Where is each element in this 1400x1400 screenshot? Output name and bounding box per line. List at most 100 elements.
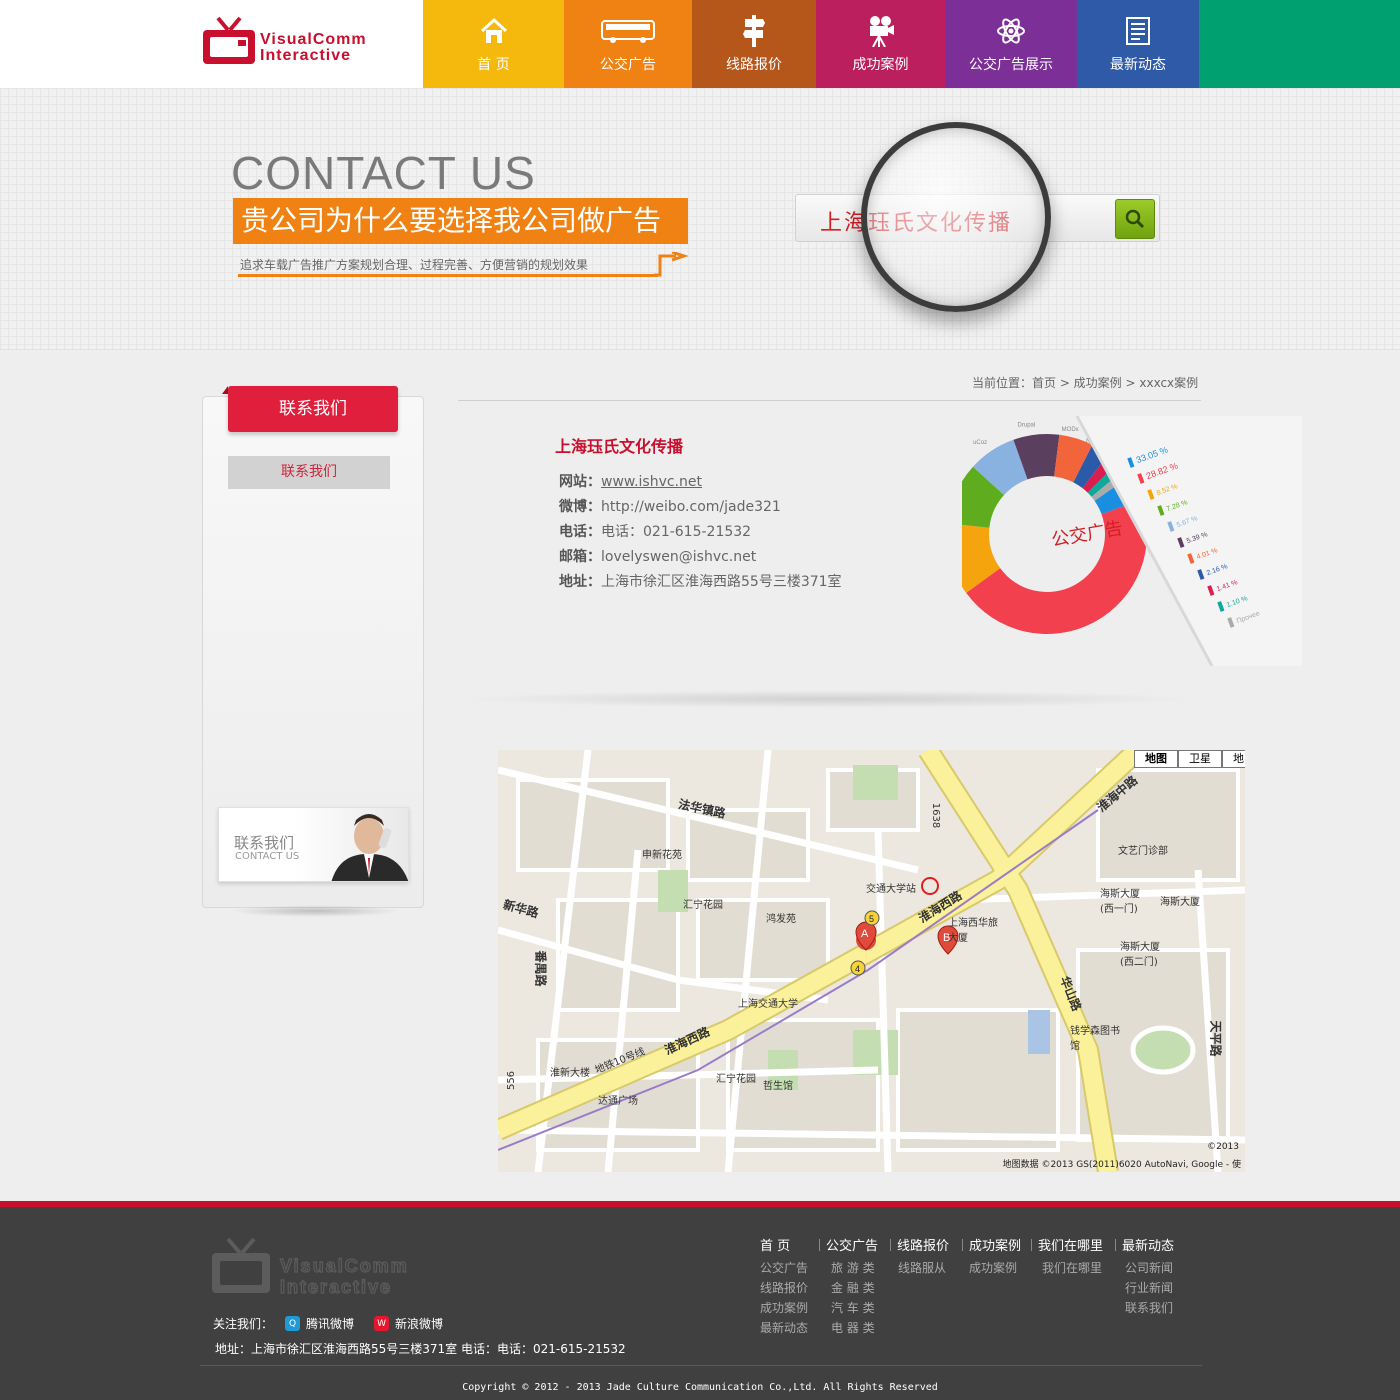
- footer-link[interactable]: 我们在哪里: [1042, 1258, 1103, 1278]
- sina-weibo-label: 新浪微博: [395, 1317, 444, 1331]
- footer-logo[interactable]: VisualComm Interactive: [210, 1237, 450, 1297]
- footer-separator: [890, 1239, 891, 1251]
- banner: CONTACT US 贵公司为什么要选择我公司做广告 追求车载广告推广方案规划合…: [0, 88, 1400, 350]
- contact-info-row: 电话：电话：021-615-21532: [559, 520, 842, 545]
- nav-item-5[interactable]: 最新动态: [1077, 0, 1199, 88]
- footer-link[interactable]: 线路服从: [898, 1258, 949, 1278]
- footer-link[interactable]: 汽 车 类: [831, 1298, 878, 1318]
- contact-info-value: 电话：021-615-21532: [601, 524, 752, 540]
- map-tab-1[interactable]: 卫星: [1178, 750, 1222, 768]
- map-place-label: 汇宁花园: [716, 1074, 756, 1085]
- footer-separator: [1031, 1239, 1032, 1251]
- footer-column-heading[interactable]: 我们在哪里: [1038, 1235, 1103, 1254]
- nav-item-4[interactable]: 公交广告展示: [945, 0, 1077, 88]
- tencent-weibo-icon: Q: [285, 1316, 301, 1331]
- map-tab-0[interactable]: 地图: [1134, 750, 1178, 768]
- footer-link[interactable]: 公司新闻: [1125, 1258, 1174, 1278]
- footer-link[interactable]: 成功案例: [969, 1258, 1021, 1278]
- footer-link[interactable]: 成功案例: [760, 1298, 808, 1318]
- donut-chart-svg: 1C-SunpresuCozDrupalMODxNetCat公交广告33.05 …: [916, 415, 1302, 667]
- breadcrumb: 当前位置：首页 > 成功案例 > xxxcx案例: [972, 376, 1199, 390]
- footer-link[interactable]: 最新动态: [760, 1318, 808, 1338]
- brand-line-2: Interactive: [260, 47, 352, 64]
- contact-info-label: 网站：: [559, 474, 601, 490]
- divider: [458, 400, 1201, 401]
- nav-item-label: 首 页: [477, 57, 510, 73]
- footer-link[interactable]: 电 器 类: [831, 1318, 878, 1338]
- banner-underline: [238, 274, 658, 277]
- contact-info-label: 地址：: [559, 574, 601, 590]
- map-tab-2[interactable]: 地: [1222, 750, 1245, 768]
- home-icon: [479, 14, 509, 48]
- contact-card-en: CONTACT US: [235, 851, 300, 862]
- contact-banner-card[interactable]: 联系我们 CONTACT US: [218, 807, 409, 882]
- contact-info-row: 网站：www.ishvc.net: [559, 470, 842, 495]
- contact-info-label: 邮箱：: [559, 549, 601, 565]
- follow-label: 关注我们：: [213, 1317, 274, 1331]
- footer-link[interactable]: 金 融 类: [831, 1278, 878, 1298]
- footer-link[interactable]: 公交广告: [760, 1258, 808, 1278]
- footer-column-heading[interactable]: 线路报价: [897, 1235, 949, 1254]
- map-place-label: 上海西华旅大厦: [948, 918, 998, 944]
- businessman-photo: [331, 814, 408, 881]
- arrow-right-icon: [654, 252, 688, 277]
- footer-link[interactable]: 线路报价: [760, 1278, 808, 1298]
- banner-tagline: 贵公司为什么要选择我公司做广告: [233, 198, 688, 244]
- footer-link[interactable]: 联系我们: [1125, 1298, 1174, 1318]
- contact-info-row: 地址：上海市徐汇区淮海西路55号三楼371室: [559, 570, 842, 595]
- bus-icon: [601, 14, 655, 48]
- footer-link[interactable]: 旅 游 类: [831, 1258, 878, 1278]
- section-shadow: [460, 690, 1200, 708]
- nav-item-label: 线路报价: [726, 57, 782, 73]
- tv-logo-icon: [203, 16, 255, 64]
- nav-item-3[interactable]: 成功案例: [816, 0, 945, 88]
- footer-link[interactable]: 行业新闻: [1125, 1278, 1174, 1298]
- nav-tail: [1199, 0, 1400, 88]
- nav-item-0[interactable]: 首 页: [423, 0, 564, 88]
- footer-copyright: Copyright © 2012 - 2013 Jade Culture Com…: [462, 1382, 938, 1393]
- camera-icon: [867, 14, 895, 48]
- company-name: 上海珏氏文化传播: [555, 437, 684, 456]
- sina-weibo-link[interactable]: W 新浪微博: [374, 1315, 443, 1332]
- map-place-label: 上海交通大学: [738, 999, 798, 1010]
- map-place-label: 钱学森图书馆: [1070, 1026, 1120, 1052]
- website-link[interactable]: www.ishvc.net: [601, 474, 702, 490]
- atom-icon: [996, 14, 1026, 48]
- footer-column-heading[interactable]: 首 页: [760, 1235, 808, 1254]
- brand-name: VisualComm Interactive: [260, 32, 367, 64]
- tencent-weibo-label: 腾讯微博: [306, 1317, 355, 1331]
- footer-divider: [200, 1365, 1202, 1366]
- search-icon: [1125, 209, 1145, 229]
- svg-text:4: 4: [855, 964, 860, 974]
- map-place-label: 1638: [930, 802, 942, 829]
- footer-separator: [1115, 1239, 1116, 1251]
- donut-slice-label: uCoz: [973, 440, 987, 446]
- main-nav: 首 页 公交广告 线路报价 成功案例 公交广告展示 最新动态: [423, 0, 1199, 88]
- location-map[interactable]: A B 5 4 地图 卫星地 法华镇路 淮海中路 淮海西路 华山路 新华路 番禺路…: [498, 750, 1245, 1172]
- footer-column: 成功案例 成功案例: [969, 1235, 1021, 1278]
- map-copyright[interactable]: 地图数据 ©2013 GS(2011)6020 AutoNavi, Google…: [1003, 1157, 1241, 1170]
- svg-text:5: 5: [869, 914, 874, 924]
- nav-item-2[interactable]: 线路报价: [692, 0, 816, 88]
- map-place-label: 淮新大楼: [550, 1068, 590, 1079]
- map-place-label: 交通大学站: [866, 884, 916, 895]
- footer-column-heading[interactable]: 最新动态: [1122, 1235, 1174, 1254]
- map-place-label: 海斯大厦: [1160, 897, 1200, 908]
- map-place-label: 鸿发苑: [766, 914, 796, 925]
- search-button[interactable]: [1115, 199, 1155, 239]
- footer: VisualComm Interactive 关注我们： Q 腾讯微博 W 新浪…: [0, 1201, 1400, 1400]
- footer-column-heading[interactable]: 公交广告: [826, 1235, 878, 1254]
- contact-info-row: 微博：http://weibo.com/jade321: [559, 495, 842, 520]
- map-place-label: 556: [506, 1070, 518, 1091]
- footer-column-heading[interactable]: 成功案例: [969, 1235, 1021, 1254]
- donut-chart-graphic: 1C-SunpresuCozDrupalMODxNetCat公交广告33.05 …: [916, 415, 1302, 667]
- tencent-weibo-link[interactable]: Q 腾讯微博: [285, 1315, 354, 1332]
- brand-logo[interactable]: VisualComm Interactive: [200, 16, 410, 68]
- banner-subtitle: 追求车载广告推广方案规划合理、过程完善、方便营销的规划效果: [240, 258, 589, 272]
- nav-item-1[interactable]: 公交广告: [564, 0, 692, 88]
- header: VisualComm Interactive 首 页 公交广告 线路报价 成功案例 公交…: [0, 0, 1400, 88]
- contact-info-label: 微博：: [559, 499, 601, 515]
- donut-slice-label: MODx: [1062, 427, 1079, 433]
- sidebar-item-contact[interactable]: 联系我们: [228, 456, 390, 489]
- nav-item-label: 最新动态: [1110, 57, 1166, 73]
